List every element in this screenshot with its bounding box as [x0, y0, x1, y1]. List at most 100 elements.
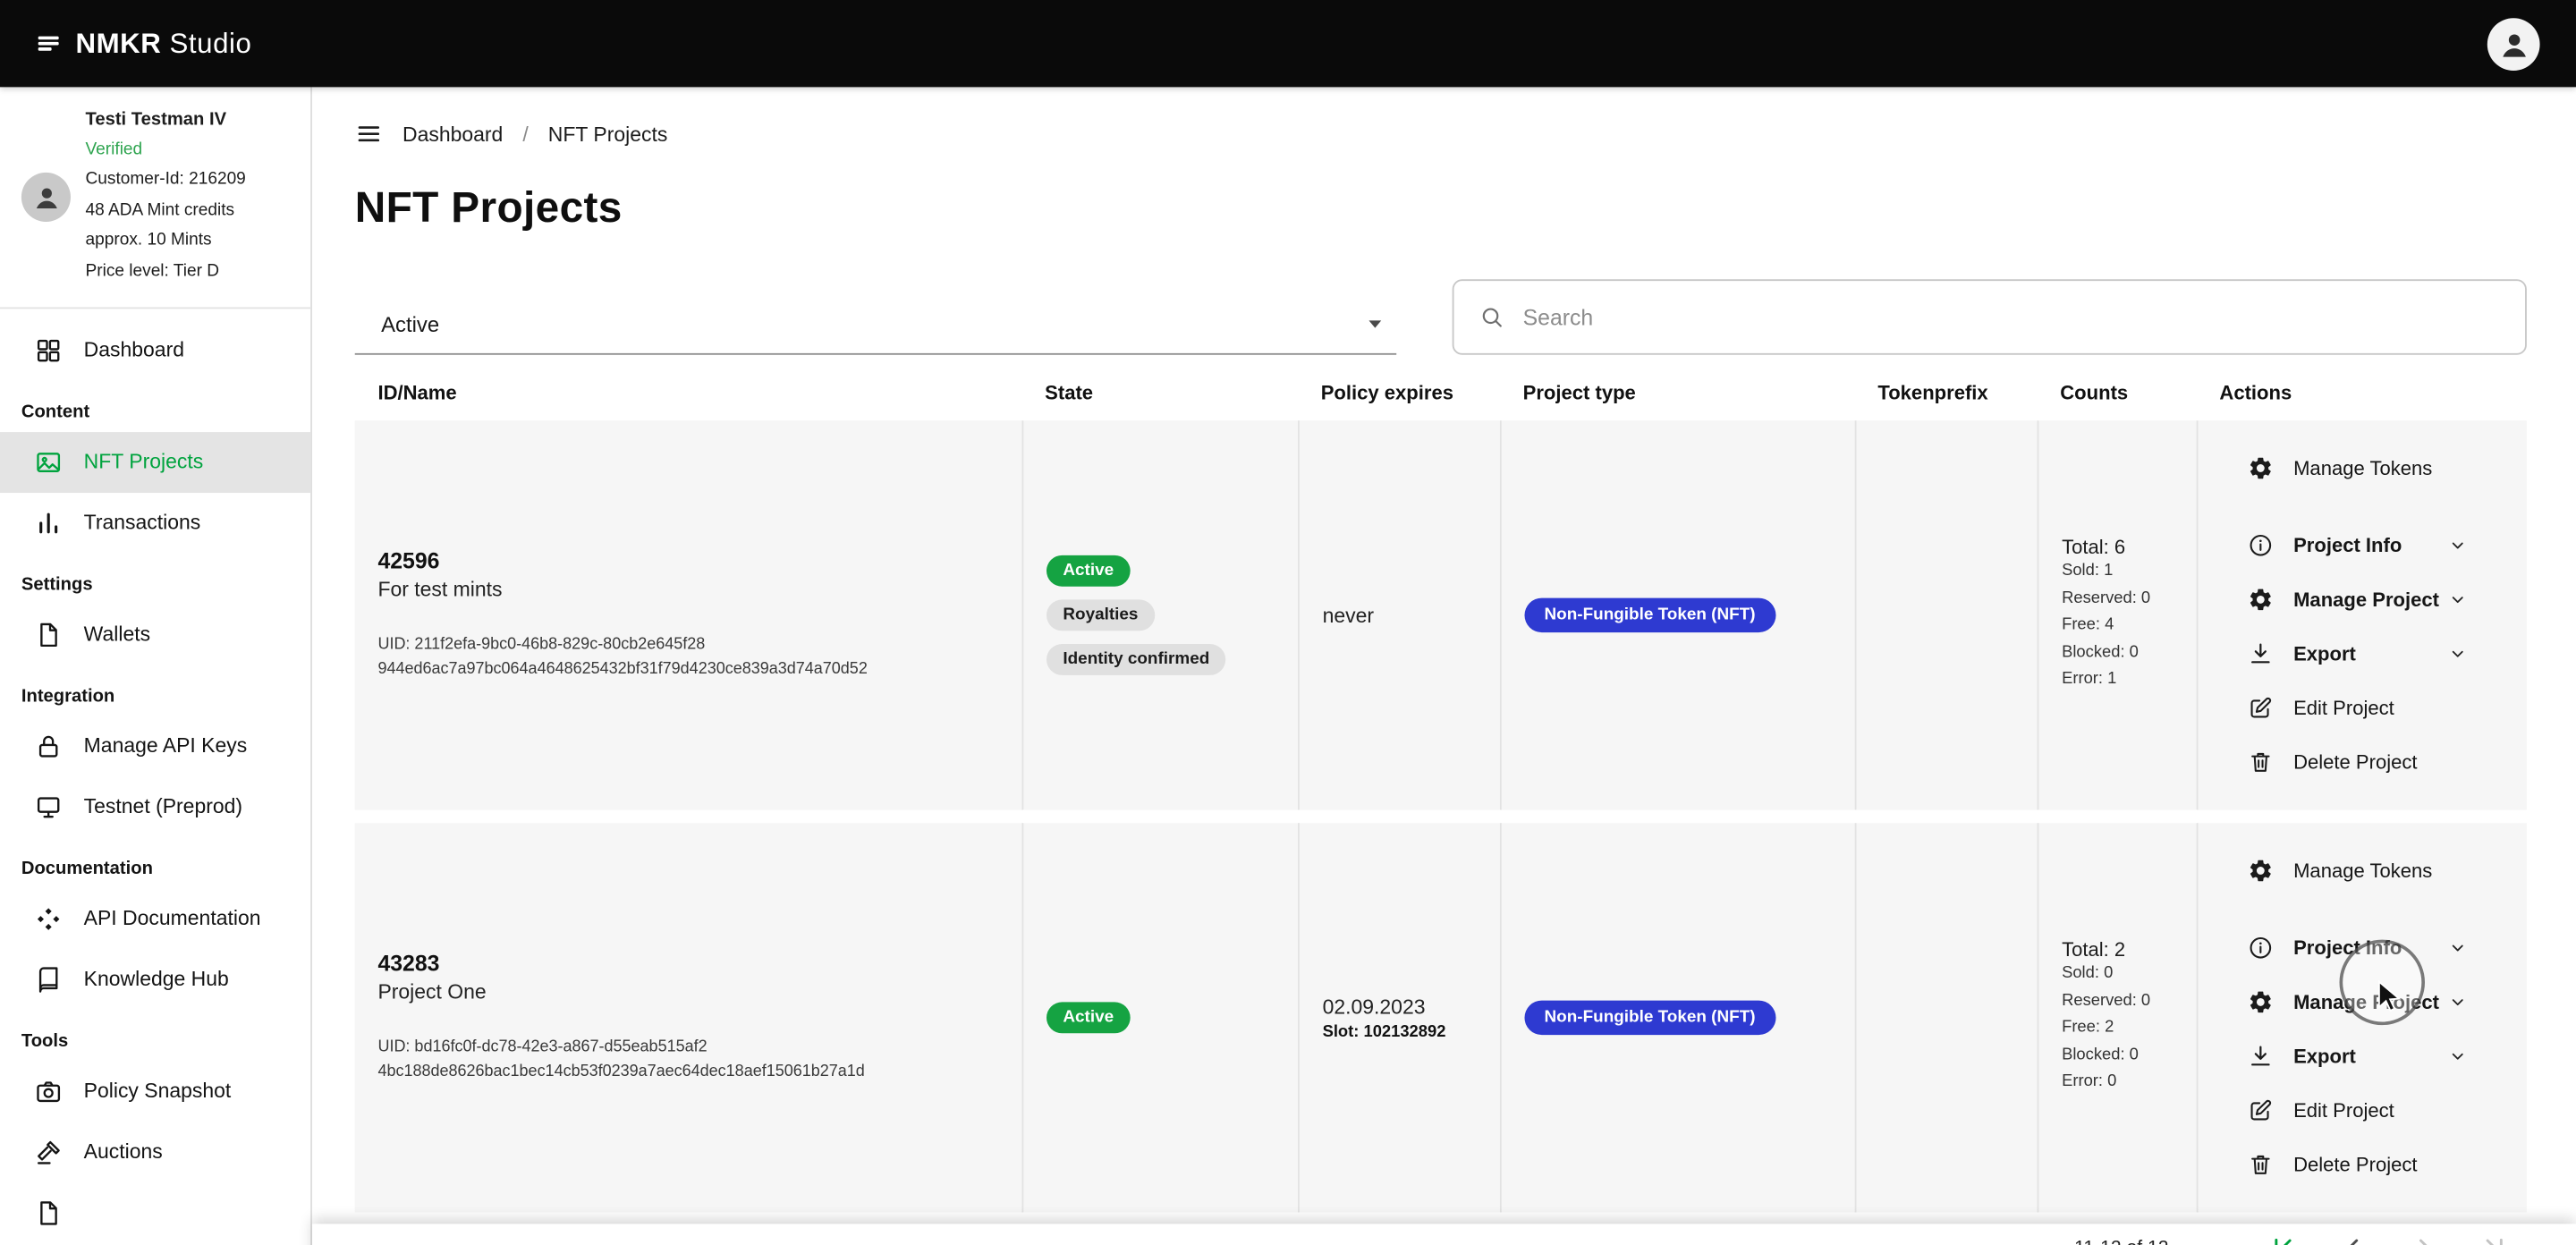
column-header-tokenprefix: Tokenprefix — [1877, 381, 1988, 404]
last-page-button[interactable] — [2479, 1232, 2511, 1245]
cell-policy-expires: 02.09.2023 Slot: 102132892 — [1298, 823, 1500, 1213]
sidebar-item-manage-api-keys[interactable]: Manage API Keys — [0, 716, 310, 776]
status-filter-select[interactable]: Active — [354, 291, 1397, 355]
sidebar-item-item[interactable] — [0, 1182, 310, 1243]
sidebar-user-block: Testi Testman IV Verified Customer-Id: 2… — [0, 87, 311, 309]
dashboard-icon — [35, 336, 63, 364]
cell-project-type: Non-Fungible Token (NFT) — [1499, 420, 1855, 810]
search-box[interactable] — [1452, 279, 2527, 355]
breadcrumb-nft-projects[interactable]: NFT Projects — [548, 123, 668, 146]
action-label: Export — [2293, 1045, 2356, 1068]
project-info-button[interactable]: Project Info — [2248, 529, 2487, 562]
counts-line: Blocked: 0 — [2062, 643, 2139, 662]
action-label: Edit Project — [2293, 696, 2394, 720]
cell-policy-expires: never — [1298, 420, 1500, 810]
state-badge-active: Active — [1046, 555, 1131, 587]
sidebar-user-avatar — [21, 172, 71, 222]
project-uid-line1: UID: 211f2efa-9bc0-46b8-829c-80cb2e645f2… — [377, 635, 706, 655]
cell-project-type: Non-Fungible Token (NFT) — [1499, 823, 1855, 1213]
chevron-down-icon — [2448, 1046, 2468, 1066]
first-page-button[interactable] — [2267, 1232, 2299, 1245]
account-avatar-button[interactable] — [2487, 17, 2540, 71]
delete-project-button[interactable]: Delete Project — [2248, 1148, 2487, 1181]
project-name: For test mints — [377, 578, 503, 602]
action-label: Delete Project — [2293, 750, 2418, 775]
menu-toggle-icon[interactable] — [355, 120, 383, 148]
book-icon — [35, 965, 63, 993]
sidebar: Testi Testman IV Verified Customer-Id: 2… — [0, 87, 312, 1245]
sidebar-section-content: Content — [21, 402, 90, 422]
brand-logo[interactable]: NMKR Studio — [36, 27, 251, 60]
previous-page-button[interactable] — [2338, 1232, 2369, 1245]
sidebar-item-label: Auctions — [83, 1139, 163, 1164]
state-badge-royalties: Royalties — [1046, 599, 1155, 631]
column-header-actions: Actions — [2219, 381, 2292, 404]
user-price-level: Price level: Tier D — [85, 262, 220, 282]
export-button[interactable]: Export — [2248, 1040, 2487, 1073]
project-type-badge: Non-Fungible Token (NFT) — [1524, 597, 1775, 633]
trash-icon — [2248, 1152, 2274, 1178]
counts-line: Free: 2 — [2062, 1019, 2114, 1038]
counts-total: Total: 2 — [2062, 938, 2126, 961]
sidebar-item-wallets[interactable]: Wallets — [0, 604, 310, 665]
column-header-id-name: ID/Name — [377, 381, 457, 404]
gear-icon — [2248, 455, 2274, 481]
edit-project-button[interactable]: Edit Project — [2248, 691, 2487, 724]
counts-line: Reserved: 0 — [2062, 589, 2151, 608]
breadcrumb-dashboard[interactable]: Dashboard — [402, 123, 503, 146]
cell-state: Active — [1021, 823, 1298, 1213]
manage-tokens-button[interactable]: Manage Tokens — [2248, 452, 2487, 485]
sidebar-section-tools: Tools — [21, 1030, 69, 1051]
action-label: Project Info — [2293, 533, 2402, 557]
pagination-range-label: 11-12 of 12 — [2074, 1232, 2168, 1245]
manage-tokens-button[interactable]: Manage Tokens — [2248, 854, 2487, 887]
projects-table: ID/Name State Policy expires Project type To… — [354, 365, 2527, 1225]
pagination-bar: 11-12 of 12 — [311, 1224, 2576, 1245]
sidebar-item-label: Policy Snapshot — [83, 1079, 232, 1103]
sidebar-section-documentation: Documentation — [21, 858, 153, 878]
sidebar-item-label: Transactions — [83, 511, 201, 535]
file-icon — [35, 1198, 63, 1226]
sidebar-item-api-documentation[interactable]: API Documentation — [0, 888, 310, 949]
chevron-down-icon — [2448, 938, 2468, 958]
gavel-icon — [35, 1138, 63, 1165]
breadcrumb: Dashboard / NFT Projects — [312, 87, 2576, 157]
sidebar-item-policy-snapshot[interactable]: Policy Snapshot — [0, 1061, 310, 1122]
sidebar-item-label: Dashboard — [83, 338, 185, 362]
chevron-down-icon — [2448, 992, 2468, 1012]
sidebar-nav: Dashboard Content NFT Projects Transactions… — [0, 309, 311, 1243]
user-verified-badge: Verified — [85, 140, 143, 159]
manage-project-button[interactable]: Manage Project — [2248, 583, 2487, 616]
chevron-down-icon — [2448, 536, 2468, 555]
action-label: Export — [2293, 642, 2356, 665]
chevron-down-icon — [2448, 589, 2468, 609]
chevron-down-icon — [1360, 309, 1390, 338]
user-name: Testi Testman IV — [85, 110, 227, 131]
search-icon — [1479, 304, 1504, 330]
export-button[interactable]: Export — [2248, 638, 2487, 671]
testnet-icon — [35, 792, 63, 820]
sidebar-item-knowledge-hub[interactable]: Knowledge Hub — [0, 949, 310, 1010]
chart-icon — [35, 509, 63, 537]
counts-line: Free: 4 — [2062, 616, 2114, 635]
project-type-badge: Non-Fungible Token (NFT) — [1524, 1000, 1775, 1036]
next-page-button[interactable] — [2409, 1232, 2440, 1245]
delete-project-button[interactable]: Delete Project — [2248, 746, 2487, 779]
sidebar-item-nft-projects[interactable]: NFT Projects — [0, 431, 311, 493]
download-icon — [2248, 1043, 2274, 1069]
cell-tokenprefix — [1854, 823, 2038, 1213]
counts-total: Total: 6 — [2062, 536, 2126, 559]
brand-name: NMKR — [75, 27, 162, 59]
search-input[interactable] — [1522, 304, 2501, 330]
table-header: ID/Name State Policy expires Project type To… — [355, 365, 2527, 420]
edit-project-button[interactable]: Edit Project — [2248, 1094, 2487, 1127]
sidebar-item-testnet-preprod[interactable]: Testnet (Preprod) — [0, 776, 310, 837]
sidebar-item-auctions[interactable]: Auctions — [0, 1122, 310, 1182]
chevron-down-icon — [2448, 644, 2468, 664]
sidebar-item-transactions[interactable]: Transactions — [0, 492, 310, 553]
project-id: 42596 — [377, 548, 440, 574]
action-label: Delete Project — [2293, 1153, 2418, 1177]
sidebar-item-dashboard[interactable]: Dashboard — [0, 319, 310, 380]
app-window: NMKR Studio Testi Testman IV Verified Cus… — [0, 0, 2576, 1245]
sidebar-section-settings: Settings — [21, 574, 93, 595]
